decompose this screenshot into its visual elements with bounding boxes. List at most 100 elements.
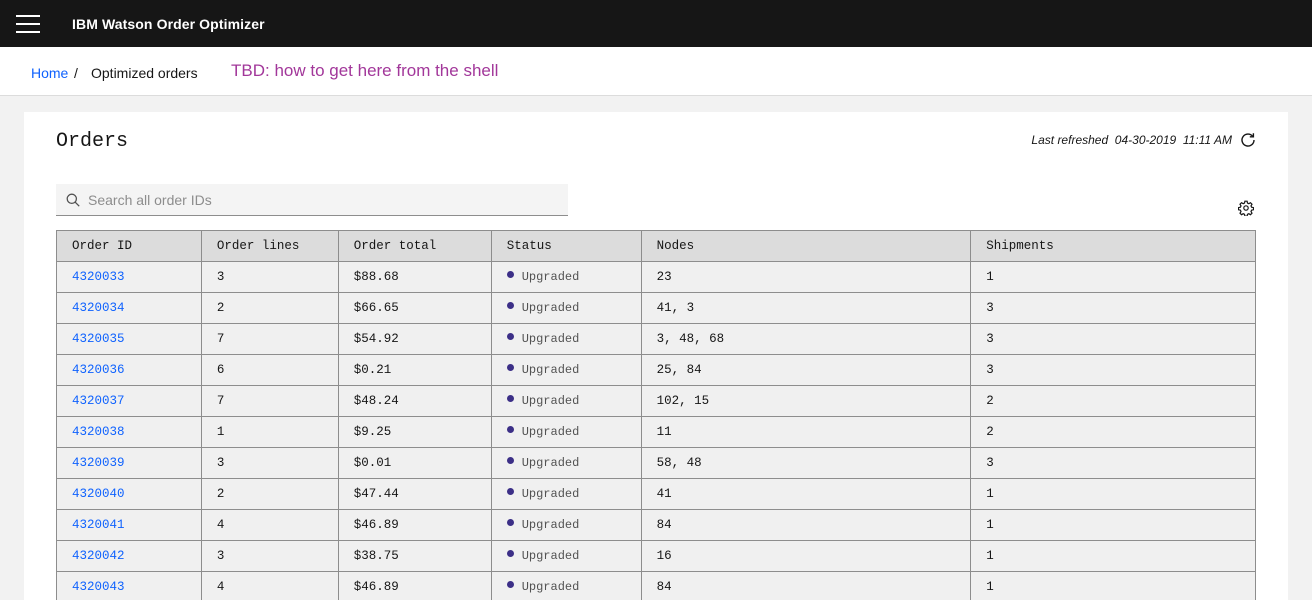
nodes-cell: 102, 15 bbox=[640, 385, 972, 417]
status-cell: Upgraded bbox=[490, 447, 642, 479]
order-lines-cell: 6 bbox=[200, 354, 339, 386]
order-total-cell: $9.25 bbox=[337, 416, 492, 448]
shipments-cell: 1 bbox=[970, 478, 1256, 510]
order-id-cell: 4320037 bbox=[56, 385, 202, 417]
order-total-cell: $46.89 bbox=[337, 571, 492, 600]
order-id-link[interactable]: 4320036 bbox=[72, 363, 125, 377]
order-id-cell: 4320034 bbox=[56, 292, 202, 324]
shipments-cell: 1 bbox=[970, 571, 1256, 600]
table-row[interactable]: 4320036 6 $0.21 Upgraded 25, 84 3 bbox=[56, 354, 1256, 386]
table-row[interactable]: 4320042 3 $38.75 Upgraded 16 1 bbox=[56, 540, 1256, 572]
search-field bbox=[56, 184, 568, 216]
gear-icon[interactable] bbox=[1238, 200, 1254, 216]
order-lines-cell: 4 bbox=[200, 571, 339, 600]
order-id-cell: 4320039 bbox=[56, 447, 202, 479]
breadcrumb-current: Optimized orders bbox=[91, 65, 198, 81]
order-id-link[interactable]: 4320042 bbox=[72, 549, 125, 563]
status-cell: Upgraded bbox=[490, 323, 642, 355]
order-total-cell: $48.24 bbox=[337, 385, 492, 417]
page-title: Orders bbox=[56, 130, 129, 153]
breadcrumb-home-link[interactable]: Home bbox=[31, 65, 68, 81]
status-label: Upgraded bbox=[521, 456, 580, 470]
shipments-cell: 3 bbox=[970, 354, 1256, 386]
order-id-link[interactable]: 4320039 bbox=[72, 456, 125, 470]
nodes-cell: 41, 3 bbox=[640, 292, 972, 324]
refresh-icon[interactable] bbox=[1240, 132, 1256, 148]
status-label: Upgraded bbox=[521, 487, 580, 501]
shipments-cell: 2 bbox=[970, 385, 1256, 417]
status-dot-icon bbox=[506, 550, 514, 558]
status-cell: Upgraded bbox=[490, 416, 642, 448]
column-header[interactable]: Order lines bbox=[200, 230, 339, 262]
order-id-link[interactable]: 4320034 bbox=[72, 301, 125, 315]
menu-icon[interactable] bbox=[16, 15, 40, 33]
order-id-link[interactable]: 4320041 bbox=[72, 518, 125, 532]
breadcrumb: Home / Optimized orders TBD: how to get … bbox=[0, 47, 1312, 96]
shipments-cell: 3 bbox=[970, 323, 1256, 355]
order-id-link[interactable]: 4320035 bbox=[72, 332, 125, 346]
order-lines-cell: 2 bbox=[200, 478, 339, 510]
status-cell: Upgraded bbox=[490, 292, 642, 324]
column-header[interactable]: Status bbox=[490, 230, 642, 262]
shipments-cell: 1 bbox=[970, 261, 1256, 293]
order-id-link[interactable]: 4320038 bbox=[72, 425, 125, 439]
search-input[interactable] bbox=[88, 184, 558, 215]
order-total-cell: $54.92 bbox=[337, 323, 492, 355]
nodes-cell: 84 bbox=[640, 571, 972, 600]
table-row[interactable]: 4320040 2 $47.44 Upgraded 41 1 bbox=[56, 478, 1256, 510]
column-header[interactable]: Order total bbox=[337, 230, 492, 262]
app-title: IBM Watson Order Optimizer bbox=[72, 16, 265, 32]
order-id-cell: 4320033 bbox=[56, 261, 202, 293]
order-id-link[interactable]: 4320043 bbox=[72, 580, 125, 594]
status-cell: Upgraded bbox=[490, 540, 642, 572]
order-lines-cell: 4 bbox=[200, 509, 339, 541]
status-label: Upgraded bbox=[521, 425, 580, 439]
order-id-cell: 4320043 bbox=[56, 571, 202, 600]
status-dot-icon bbox=[506, 333, 514, 341]
table-row[interactable]: 4320043 4 $46.89 Upgraded 84 1 bbox=[56, 571, 1256, 600]
order-total-cell: $0.01 bbox=[337, 447, 492, 479]
order-lines-cell: 3 bbox=[200, 540, 339, 572]
table-row[interactable]: 4320038 1 $9.25 Upgraded 11 2 bbox=[56, 416, 1256, 448]
order-lines-cell: 1 bbox=[200, 416, 339, 448]
table-row[interactable]: 4320037 7 $48.24 Upgraded 102, 15 2 bbox=[56, 385, 1256, 417]
nodes-cell: 25, 84 bbox=[640, 354, 972, 386]
order-lines-cell: 3 bbox=[200, 447, 339, 479]
order-lines-cell: 7 bbox=[200, 323, 339, 355]
order-lines-cell: 7 bbox=[200, 385, 339, 417]
column-header[interactable]: Order ID bbox=[56, 230, 202, 262]
status-dot-icon bbox=[506, 581, 514, 589]
nodes-cell: 16 bbox=[640, 540, 972, 572]
nodes-cell: 41 bbox=[640, 478, 972, 510]
status-dot-icon bbox=[506, 519, 514, 527]
status-cell: Upgraded bbox=[490, 354, 642, 386]
order-id-link[interactable]: 4320033 bbox=[72, 270, 125, 284]
orders-table: Order ID Order lines Order total Status Node… bbox=[56, 230, 1256, 600]
order-id-link[interactable]: 4320037 bbox=[72, 394, 125, 408]
shipments-cell: 2 bbox=[970, 416, 1256, 448]
order-id-cell: 4320042 bbox=[56, 540, 202, 572]
orders-card: Orders Last refreshed 04-30-2019 11:11 A… bbox=[24, 112, 1288, 600]
status-label: Upgraded bbox=[521, 518, 580, 532]
order-id-link[interactable]: 4320040 bbox=[72, 487, 125, 501]
shipments-cell: 3 bbox=[970, 292, 1256, 324]
status-label: Upgraded bbox=[521, 332, 580, 346]
order-id-cell: 4320040 bbox=[56, 478, 202, 510]
column-header[interactable]: Shipments bbox=[970, 230, 1256, 262]
order-id-cell: 4320036 bbox=[56, 354, 202, 386]
status-dot-icon bbox=[506, 302, 514, 310]
status-label: Upgraded bbox=[521, 394, 580, 408]
status-dot-icon bbox=[506, 364, 514, 372]
table-row[interactable]: 4320039 3 $0.01 Upgraded 58, 48 3 bbox=[56, 447, 1256, 479]
order-lines-cell: 3 bbox=[200, 261, 339, 293]
status-cell: Upgraded bbox=[490, 478, 642, 510]
shipments-cell: 1 bbox=[970, 540, 1256, 572]
table-header-row: Order ID Order lines Order total Status Node… bbox=[56, 230, 1256, 262]
table-row[interactable]: 4320041 4 $46.89 Upgraded 84 1 bbox=[56, 509, 1256, 541]
table-row[interactable]: 4320033 3 $88.68 Upgraded 23 1 bbox=[56, 261, 1256, 293]
table-row[interactable]: 4320034 2 $66.65 Upgraded 41, 33 bbox=[56, 292, 1256, 324]
top-bar: IBM Watson Order Optimizer bbox=[0, 0, 1312, 47]
table-row[interactable]: 4320035 7 $54.92 Upgraded 3, 48, 68 3 bbox=[56, 323, 1256, 355]
column-header[interactable]: Nodes bbox=[640, 230, 972, 262]
status-label: Upgraded bbox=[521, 301, 580, 315]
